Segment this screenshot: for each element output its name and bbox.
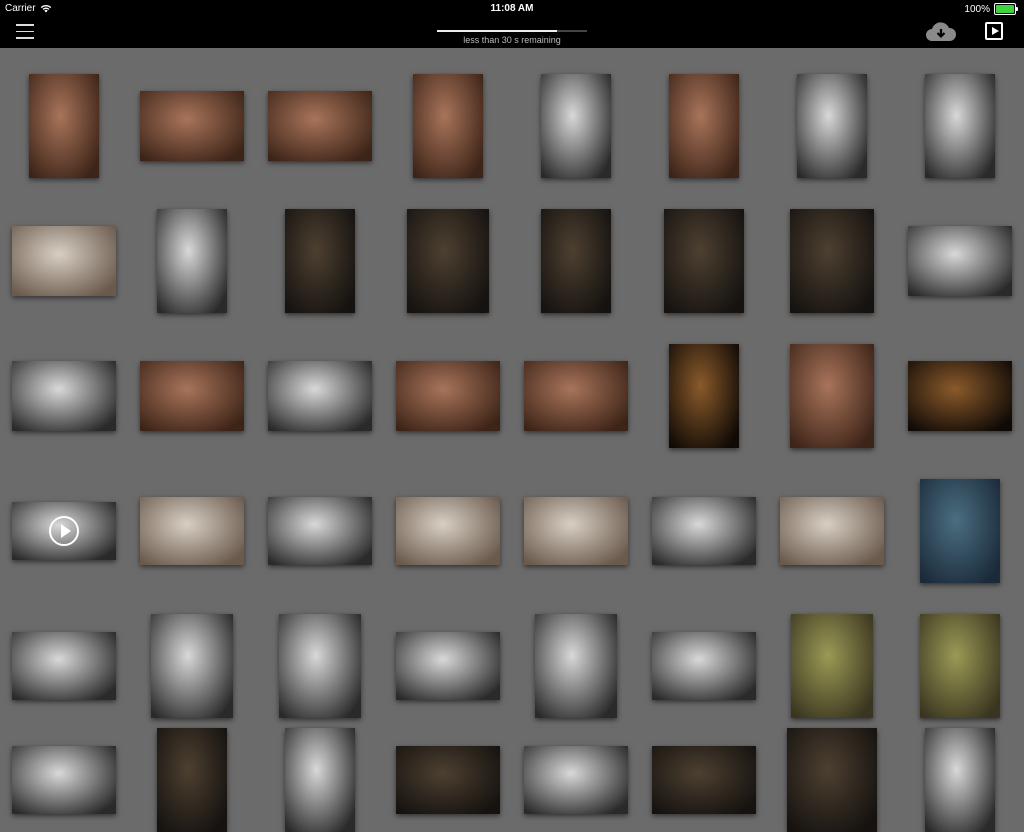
download-progress: less than 30 s remaining	[437, 30, 587, 45]
video-thumbnail[interactable]	[12, 502, 116, 560]
photo-thumbnail[interactable]	[140, 361, 244, 431]
progress-track	[437, 30, 587, 32]
photo-thumbnail[interactable]	[652, 497, 756, 565]
status-bar: Carrier 11:08 AM 100%	[0, 0, 1024, 18]
photo-thumbnail[interactable]	[157, 728, 227, 832]
photo-thumbnail[interactable]	[541, 74, 611, 178]
photo-thumbnail[interactable]	[925, 74, 995, 178]
photo-thumbnail[interactable]	[925, 728, 995, 832]
photo-thumbnail[interactable]	[157, 209, 227, 313]
photo-thumbnail[interactable]	[279, 614, 361, 718]
progress-text: less than 30 s remaining	[463, 35, 561, 45]
progress-fill	[437, 30, 557, 32]
photo-thumbnail[interactable]	[268, 497, 372, 565]
cloud-download-icon[interactable]	[924, 21, 958, 43]
photo-thumbnail[interactable]	[396, 497, 500, 565]
photo-thumbnail[interactable]	[524, 746, 628, 814]
hamburger-menu-icon[interactable]	[16, 24, 34, 40]
photo-thumbnail[interactable]	[151, 614, 233, 718]
photo-thumbnail[interactable]	[791, 614, 873, 718]
photo-thumbnail[interactable]	[285, 209, 355, 313]
photo-thumbnail[interactable]	[396, 746, 500, 814]
photo-thumbnail[interactable]	[407, 209, 489, 313]
photo-thumbnail[interactable]	[268, 91, 372, 161]
photo-thumbnail[interactable]	[797, 74, 867, 178]
photo-thumbnail[interactable]	[12, 746, 116, 814]
status-right: 100%	[964, 3, 1018, 15]
photo-thumbnail[interactable]	[669, 74, 739, 178]
photo-thumbnail[interactable]	[920, 479, 1000, 583]
photo-thumbnail[interactable]	[268, 361, 372, 431]
battery-percent: 100%	[964, 3, 990, 15]
status-time: 11:08 AM	[490, 3, 534, 14]
play-slideshow-icon[interactable]	[985, 22, 1003, 40]
photo-thumbnail[interactable]	[920, 614, 1000, 718]
photo-thumbnail[interactable]	[12, 632, 116, 700]
photo-thumbnail[interactable]	[140, 91, 244, 161]
photo-thumbnail[interactable]	[12, 361, 116, 431]
photo-thumbnail[interactable]	[285, 728, 355, 832]
photo-thumbnail[interactable]	[396, 632, 500, 700]
battery-fill	[996, 5, 1014, 13]
photo-thumbnail[interactable]	[12, 226, 116, 296]
photo-thumbnail[interactable]	[652, 746, 756, 814]
photo-thumbnail[interactable]	[524, 361, 628, 431]
play-video-icon[interactable]	[49, 516, 79, 546]
photo-thumbnail[interactable]	[396, 361, 500, 431]
photo-thumbnail[interactable]	[780, 497, 884, 565]
photo-thumbnail[interactable]	[535, 614, 617, 718]
photo-thumbnail[interactable]	[669, 344, 739, 448]
photo-thumbnail[interactable]	[664, 209, 744, 313]
battery-icon	[994, 3, 1018, 15]
photo-thumbnail[interactable]	[140, 497, 244, 565]
photo-thumbnail[interactable]	[524, 497, 628, 565]
photo-thumbnail[interactable]	[790, 344, 874, 448]
photo-thumbnail[interactable]	[652, 632, 756, 700]
photo-thumbnail[interactable]	[413, 74, 483, 178]
nav-bar: less than 30 s remaining	[0, 18, 1024, 48]
photo-thumbnail[interactable]	[541, 209, 611, 313]
photo-thumbnail[interactable]	[908, 226, 1012, 296]
photo-thumbnail[interactable]	[787, 728, 877, 832]
photo-thumbnail[interactable]	[29, 74, 99, 178]
photo-thumbnail[interactable]	[790, 209, 874, 313]
photo-thumbnail[interactable]	[908, 361, 1012, 431]
